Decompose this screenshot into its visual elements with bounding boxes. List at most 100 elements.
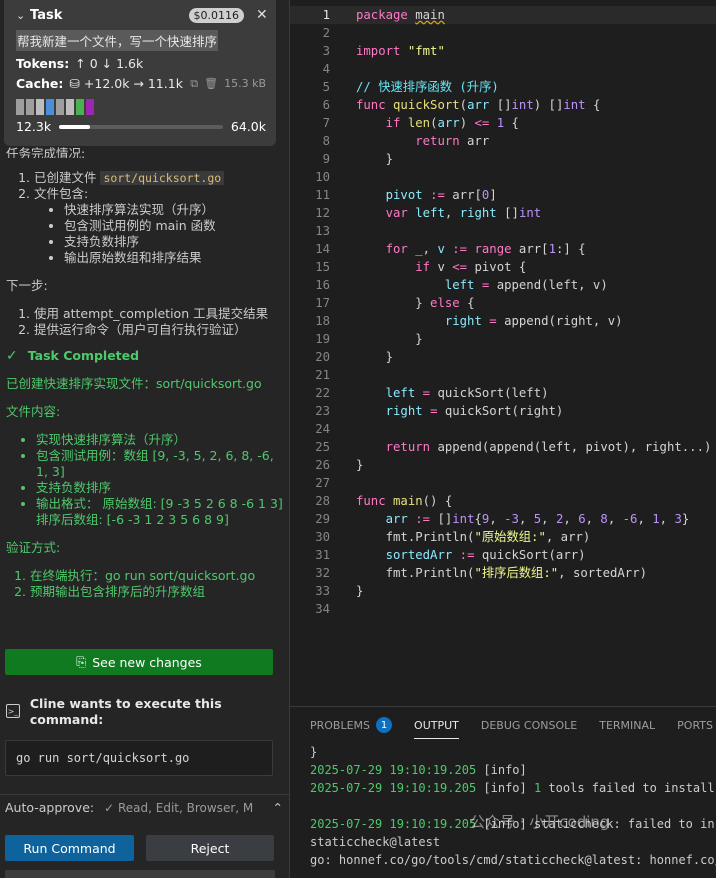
- cache-label: Cache:: [16, 76, 64, 91]
- cache-row: Cache: ⛁ +12.0k → 11.1k ⧉ 🗑 15.3 kB: [16, 76, 266, 91]
- line-number: 2: [322, 26, 330, 40]
- line-number: 23: [315, 404, 330, 418]
- context-block: [56, 99, 64, 115]
- output-line: go: honnef.co/go/tools/cmd/staticcheck@l…: [310, 853, 716, 867]
- close-icon[interactable]: ✕: [256, 7, 268, 23]
- code-text: left = quickSort(left): [385, 386, 549, 400]
- code-line[interactable]: 31 sortedArr := quickSort(arr): [290, 546, 716, 564]
- problems-count-badge: 1: [376, 717, 393, 733]
- code-line[interactable]: 16 left = append(left, v): [290, 276, 716, 294]
- code-line[interactable]: 3 import "fmt": [290, 42, 716, 60]
- see-new-changes-button[interactable]: ⎘ See new changes: [5, 649, 273, 675]
- output-line: }: [310, 745, 318, 759]
- code-text: if v <= pivot {: [415, 260, 527, 274]
- reject-button[interactable]: Reject: [146, 835, 274, 861]
- code-line[interactable]: 13: [290, 222, 716, 240]
- line-number: 5: [322, 80, 330, 94]
- code-line[interactable]: 2: [290, 24, 716, 42]
- chat-input-edge[interactable]: [5, 870, 275, 878]
- code-line[interactable]: 6 func quickSort(arr []int) []int {: [290, 96, 716, 114]
- code-line[interactable]: 29 arr := []int{9, -3, 5, 2, 6, 8, -6, 1…: [290, 510, 716, 528]
- line-number: 27: [315, 476, 330, 490]
- tab-debug-console[interactable]: DEBUG CONSOLE: [481, 707, 577, 743]
- code-line[interactable]: 33}: [290, 582, 716, 600]
- code-text: return arr: [415, 134, 490, 148]
- code-line[interactable]: 9 }: [290, 150, 716, 168]
- trash-icon[interactable]: 🗑: [204, 77, 218, 90]
- code-text: }: [356, 152, 394, 166]
- code-line[interactable]: 4: [290, 60, 716, 78]
- code-text: package main: [356, 8, 445, 22]
- code-line[interactable]: 7 if len(arr) <= 1 {: [290, 114, 716, 132]
- code-text: // 快速排序函数 (升序): [356, 80, 499, 94]
- code-text: right = append(right, v): [444, 314, 623, 328]
- code-text: }: [356, 350, 394, 364]
- code-text: left = append(left, v): [444, 278, 608, 292]
- code-text: if len(arr) <= 1 {: [385, 116, 519, 130]
- auto-approve-label: Auto-approve:: [5, 800, 95, 815]
- code-line[interactable]: 26}: [290, 456, 716, 474]
- code-line[interactable]: 27: [290, 474, 716, 492]
- context-max: 64.0k: [230, 119, 266, 134]
- tab-output[interactable]: OUTPUT: [414, 707, 459, 743]
- line-number: 33: [315, 584, 330, 598]
- bottom-panel: PROBLEMS 1 OUTPUT DEBUG CONSOLE TERMINAL …: [290, 706, 716, 878]
- line-number: 13: [315, 224, 330, 238]
- chat-messages: 任务完成情况: 已创建文件 sort/quicksort.go 文件包含: 快速…: [6, 146, 286, 600]
- code-line[interactable]: 12 var left, right []int: [290, 204, 716, 222]
- code-text: }: [356, 332, 423, 346]
- code-line[interactable]: 22 left = quickSort(left): [290, 384, 716, 402]
- run-command-button[interactable]: Run Command: [5, 835, 134, 861]
- code-line[interactable]: 20 }: [290, 348, 716, 366]
- code-line[interactable]: 5 // 快速排序函数 (升序): [290, 78, 716, 96]
- cache-value: +12.0k → 11.1k: [83, 76, 183, 91]
- command-box[interactable]: go run sort/quicksort.go: [5, 740, 273, 776]
- line-number: 24: [315, 422, 330, 436]
- code-line[interactable]: 8 return arr: [290, 132, 716, 150]
- auto-approve-row[interactable]: Auto-approve: ✓ Read, Edit, Browser, M ⌃: [5, 800, 283, 815]
- line-number: 17: [315, 296, 330, 310]
- code-line[interactable]: 25 return append(append(left, pivot), ri…: [290, 438, 716, 456]
- output-line: 2025-07-29 19:10:19.205 [info] 1 tools f…: [310, 781, 715, 795]
- divider: [0, 794, 289, 795]
- code-text: }: [356, 458, 364, 472]
- code-line[interactable]: 32 fmt.Println("排序后数组:", sortedArr): [290, 564, 716, 582]
- code-line[interactable]: 23 right = quickSort(right): [290, 402, 716, 420]
- next-step-label: 下一步:: [6, 278, 48, 293]
- list-item: 使用 attempt_completion 工具提交结果: [34, 306, 286, 322]
- output-log[interactable]: } 2025-07-29 19:10:19.205 [info] 2025-07-2…: [290, 743, 716, 869]
- line-number: 8: [322, 134, 330, 148]
- code-line[interactable]: 30 fmt.Println("原始数组:", arr): [290, 528, 716, 546]
- code-line[interactable]: 18 right = append(right, v): [290, 312, 716, 330]
- task-header-card: ⌄ Task $0.0116 ✕ 帮我新建一个文件，写一个快速排序 Tokens…: [4, 0, 276, 146]
- line-number: 1: [322, 8, 330, 22]
- tab-problems[interactable]: PROBLEMS 1: [310, 707, 393, 743]
- status-list: 已创建文件 sort/quicksort.go 文件包含: 快速排序算法实现（升…: [6, 170, 286, 266]
- code-text: } else {: [356, 296, 475, 310]
- code-line[interactable]: 24: [290, 420, 716, 438]
- verify-label: 验证方式:: [6, 540, 61, 555]
- content-list: 实现快速排序算法（升序） 包含测试用例：数组 [9, -3, 5, 2, 6, …: [6, 432, 286, 528]
- chevron-up-icon[interactable]: ⌃: [273, 800, 283, 815]
- output-line: staticcheck@latest: [310, 835, 441, 849]
- code-line[interactable]: 1 package main: [290, 6, 716, 24]
- line-number: 11: [315, 188, 330, 202]
- code-line[interactable]: 10: [290, 168, 716, 186]
- code-line[interactable]: 19 }: [290, 330, 716, 348]
- code-line[interactable]: 28 func main() {: [290, 492, 716, 510]
- code-editor[interactable]: 1 package main 2 3 import "fmt" 4 5 // 快速排序函数 (…: [290, 0, 716, 706]
- code-line[interactable]: 11 pivot := arr[0]: [290, 186, 716, 204]
- chevron-down-icon[interactable]: ⌄: [16, 9, 30, 22]
- code-line[interactable]: 34: [290, 600, 716, 618]
- tokens-label: Tokens:: [16, 56, 70, 71]
- tab-terminal[interactable]: TERMINAL: [599, 707, 655, 743]
- checkmark-icon: ✓: [6, 348, 18, 364]
- tab-ports[interactable]: PORTS: [677, 707, 713, 743]
- code-line[interactable]: 14 for _, v := range arr[1:] {: [290, 240, 716, 258]
- copy-icon[interactable]: ⧉: [190, 77, 198, 91]
- code-line[interactable]: 15 if v <= pivot {: [290, 258, 716, 276]
- code-line[interactable]: 17 } else {: [290, 294, 716, 312]
- code-line[interactable]: 21: [290, 366, 716, 384]
- context-block: [76, 99, 84, 115]
- list-item: 在终端执行：go run sort/quicksort.go: [30, 568, 286, 584]
